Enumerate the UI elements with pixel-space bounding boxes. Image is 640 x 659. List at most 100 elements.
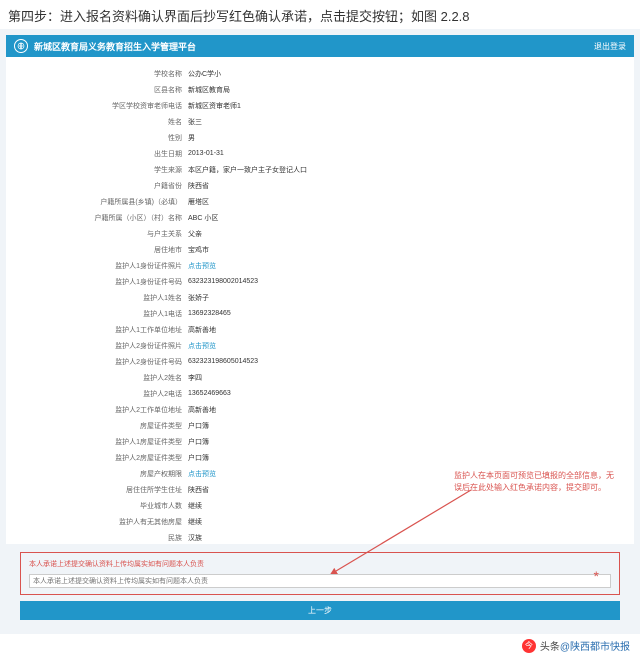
form-row: 姓名张三	[6, 115, 634, 128]
form-row: 居住地市宝鸡市	[6, 243, 634, 256]
footer-credit: 今 头条 @陕西都市快报	[0, 634, 640, 659]
submit-button[interactable]: 上一步	[20, 601, 620, 620]
field-label: 房屋证件类型	[6, 421, 188, 431]
field-label: 监护人2电话	[6, 389, 188, 399]
field-label: 学生来源	[6, 165, 188, 175]
preview-link[interactable]: 点击预览	[188, 261, 216, 271]
form-row: 监护人2姓名李四	[6, 371, 634, 384]
field-label: 监护人1房屋证件类型	[6, 437, 188, 447]
field-label: 区县名称	[6, 85, 188, 95]
header-title: 新城区教育局义务教育招生入学管理平台	[34, 40, 594, 53]
field-label: 监护人有无其他房屋	[6, 517, 188, 527]
form-row: 监护人1电话13692328465	[6, 307, 634, 320]
field-value: 宝鸡市	[188, 245, 209, 255]
required-marker-icon: *	[594, 573, 599, 579]
form-row: 房屋证件类型户口簿	[6, 419, 634, 432]
field-label: 毕业城市人数	[6, 501, 188, 511]
field-value: 陕西省	[188, 181, 209, 191]
field-value: 户口簿	[188, 421, 209, 431]
form-row: 毕业城市人数继续	[6, 499, 634, 512]
app-frame: 新城区教育局义务教育招生入学管理平台 退出登录 学校名称公办C学小区县名称新城区…	[0, 29, 640, 634]
form-row: 与户主关系父亲	[6, 227, 634, 240]
annotation-text: 监护人在本页面可预览已填报的全部信息，无误后在此处输入红色承诺内容，提交即可。	[454, 470, 614, 494]
form-row: 监护人1房屋证件类型户口簿	[6, 435, 634, 448]
field-label: 学校名称	[6, 69, 188, 79]
field-label: 监护人1姓名	[6, 293, 188, 303]
toutiao-icon: 今	[522, 639, 536, 653]
field-value: 汉族	[188, 533, 202, 543]
field-value: 新城区教育局	[188, 85, 230, 95]
field-label: 户籍所属（小区）（村）名称	[6, 213, 188, 223]
field-value: 男	[188, 133, 195, 143]
field-value: 户口簿	[188, 453, 209, 463]
field-value: 雁塔区	[188, 197, 209, 207]
form-row: 监护人2电话13652469663	[6, 387, 634, 400]
field-value: 高新善地	[188, 325, 216, 335]
field-label: 户籍省份	[6, 181, 188, 191]
form-row: 学校名称公办C学小	[6, 67, 634, 80]
form-row: 民族汉族	[6, 531, 634, 544]
commitment-input[interactable]	[29, 574, 611, 588]
field-label: 性别	[6, 133, 188, 143]
field-value: ABC 小区	[188, 213, 218, 223]
field-value: 李四	[188, 373, 202, 383]
logout-link[interactable]: 退出登录	[594, 41, 626, 52]
field-value: 张娇子	[188, 293, 209, 303]
field-label: 居住住所学生住址	[6, 485, 188, 495]
field-value: 新城区资审老师1	[188, 101, 241, 111]
form-row: 监护人1身份证件照片点击预览	[6, 259, 634, 272]
form-row: 监护人1身份证件号码632323198002014523	[6, 275, 634, 288]
step-heading: 第四步：进入报名资料确认界面后抄写红色确认承诺，点击提交按钮；如图 2.2.8	[0, 0, 640, 29]
field-value: 13652469663	[188, 390, 231, 397]
field-label: 监护人2房屋证件类型	[6, 453, 188, 463]
field-value: 2013-01-31	[188, 150, 224, 157]
field-label: 与户主关系	[6, 229, 188, 239]
form-row: 户籍所属（小区）（村）名称ABC 小区	[6, 211, 634, 224]
field-label: 民族	[6, 533, 188, 543]
field-label: 监护人2姓名	[6, 373, 188, 383]
field-value: 继续	[188, 501, 202, 511]
field-label: 户籍所属县(乡镇)（必填）	[6, 197, 188, 207]
field-label: 监护人2工作单位地址	[6, 405, 188, 415]
field-label: 姓名	[6, 117, 188, 127]
form-row: 出生日期2013-01-31	[6, 147, 634, 160]
form-row: 性别男	[6, 131, 634, 144]
commitment-title: 本人承诺上述提交确认资料上传均属实如有问题本人负责	[29, 559, 611, 569]
form-row: 监护人1姓名张娇子	[6, 291, 634, 304]
app-header: 新城区教育局义务教育招生入学管理平台 退出登录	[6, 35, 634, 57]
field-label: 监护人1工作单位地址	[6, 325, 188, 335]
form-row: 学生来源本区户籍，家户一致户主子女登记人口	[6, 163, 634, 176]
form-row: 学区学校资审老师电话新城区资审老师1	[6, 99, 634, 112]
form-row: 监护人有无其他房屋继续	[6, 515, 634, 528]
form-row: 监护人1工作单位地址高新善地	[6, 323, 634, 336]
commitment-box: 本人承诺上述提交确认资料上传均属实如有问题本人负责 *	[20, 552, 620, 595]
field-value: 632323198002014523	[188, 278, 258, 285]
field-value: 高新善地	[188, 405, 216, 415]
field-value: 张三	[188, 117, 202, 127]
field-value: 户口簿	[188, 437, 209, 447]
field-label: 监护人1身份证件号码	[6, 277, 188, 287]
field-value: 13692328465	[188, 310, 231, 317]
preview-link[interactable]: 点击预览	[188, 341, 216, 351]
form-row: 户籍所属县(乡镇)（必填）雁塔区	[6, 195, 634, 208]
preview-link[interactable]: 点击预览	[188, 469, 216, 479]
form-row: 监护人2工作单位地址高新善地	[6, 403, 634, 416]
form-row: 监护人2身份证件照片点击预览	[6, 339, 634, 352]
footer-handle[interactable]: @陕西都市快报	[560, 638, 630, 653]
field-value: 父亲	[188, 229, 202, 239]
form-row: 户籍省份陕西省	[6, 179, 634, 192]
field-label: 居住地市	[6, 245, 188, 255]
form-row: 监护人2身份证件号码632323198605014523	[6, 355, 634, 368]
field-label: 监护人2身份证件照片	[6, 341, 188, 351]
field-label: 监护人2身份证件号码	[6, 357, 188, 367]
field-label: 监护人1电话	[6, 309, 188, 319]
field-value: 本区户籍，家户一致户主子女登记人口	[188, 165, 307, 175]
footer-brand: 头条	[540, 638, 560, 653]
field-label: 监护人1身份证件照片	[6, 261, 188, 271]
field-value: 继续	[188, 517, 202, 527]
logo-icon	[14, 39, 28, 53]
field-label: 学区学校资审老师电话	[6, 101, 188, 111]
field-value: 632323198605014523	[188, 358, 258, 365]
field-label: 出生日期	[6, 149, 188, 159]
field-value: 公办C学小	[188, 69, 221, 79]
